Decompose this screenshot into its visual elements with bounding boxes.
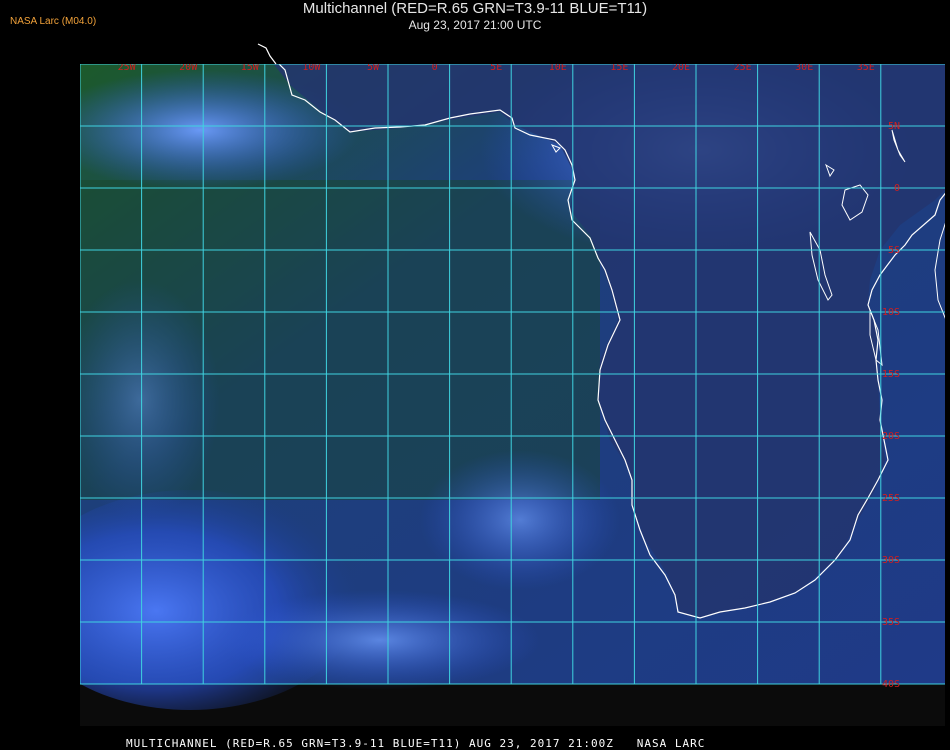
longitude-label: 10W: [302, 62, 321, 73]
map-title: Multichannel (RED=R.65 GRN=T3.9-11 BLUE=…: [302, 0, 648, 17]
cloud-band-south: [220, 590, 540, 690]
latitude-label: 5N: [888, 121, 900, 132]
latitude-label: 5S: [888, 245, 900, 256]
latitude-label: 40S: [882, 679, 900, 690]
longitude-label: 30E: [795, 62, 813, 73]
latitude-label: 35S: [882, 617, 900, 628]
longitude-label: 15E: [610, 62, 628, 73]
longitude-label: 5E: [490, 62, 502, 73]
latitude-label: 30S: [882, 555, 900, 566]
longitude-label: 10E: [549, 62, 567, 73]
longitude-label: 20E: [672, 62, 690, 73]
longitude-label: 15W: [241, 62, 260, 73]
cloud-streak-west: [80, 280, 220, 520]
satellite-map: 25W 20W 15W 10W 5W 0 5E 10E 15E 20E 25E 30E 35E 5N 0 5…: [80, 43, 945, 726]
latitude-label: 25S: [882, 493, 900, 504]
coastline-north-tip: [257, 43, 277, 65]
latitude-label: 15S: [882, 369, 900, 380]
longitude-label: 5W: [367, 62, 380, 73]
longitude-label: 20W: [179, 62, 198, 73]
latitude-label: 0: [894, 183, 900, 194]
latitude-label: 10S: [882, 307, 900, 318]
footer-caption: MULTICHANNEL (RED=R.65 GRN=T3.9-11 BLUE=…: [126, 737, 706, 750]
longitude-label: 0: [432, 62, 438, 73]
latitude-label: 20S: [882, 431, 900, 442]
longitude-label: 25W: [118, 62, 137, 73]
longitude-label: 25E: [734, 62, 752, 73]
map-subtitle: Aug 23, 2017 21:00 UTC: [408, 18, 542, 32]
longitude-label: 35E: [857, 62, 875, 73]
